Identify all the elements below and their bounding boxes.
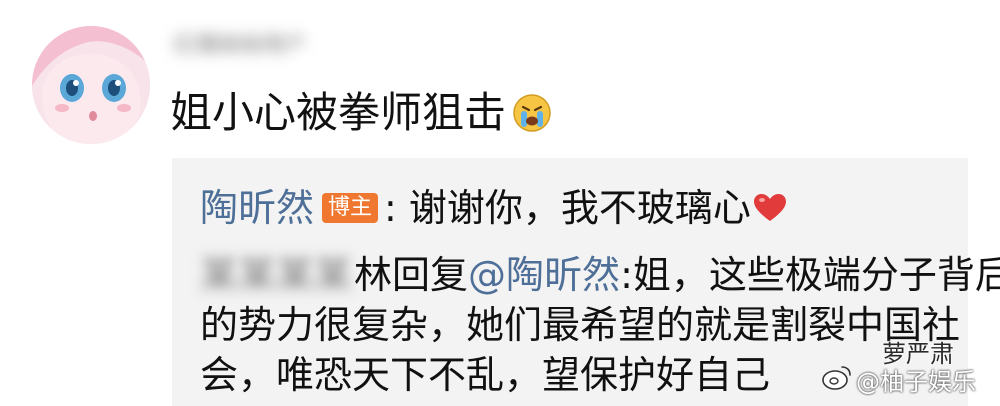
- watermark-top-text: 萝严肃: [882, 340, 954, 368]
- reply-word: 回复: [392, 253, 469, 297]
- username-blurred[interactable]: 红猪妹妹用户: [174, 32, 386, 60]
- heart-icon: [753, 193, 787, 223]
- mention-link[interactable]: @陶昕然: [468, 253, 620, 297]
- comment-text: 姐小心被拳师狙击: [170, 88, 507, 137]
- replier-name-suffix: 林: [354, 253, 393, 297]
- watermark-bottom-text: @柚子娱乐: [856, 368, 976, 396]
- comment-body: 姐小心被拳师狙击: [170, 86, 552, 140]
- author-name-link[interactable]: 陶昕然: [200, 184, 314, 232]
- user-reply-line-1: 某某某某林回复@陶昕然:姐，这些极端分子背后: [200, 250, 1000, 300]
- author-badge: 博主: [322, 193, 379, 223]
- author-reply: 陶昕然 博主 : 谢谢你，我不玻璃心: [200, 184, 787, 232]
- comment-screenshot: 红猪妹妹用户 姐小心被拳师狙击 陶昕然 博主 : 谢谢你，我不玻璃心 某某某某林…: [0, 0, 1000, 406]
- replier-name-blurred[interactable]: 某某某某: [200, 250, 352, 300]
- watermark: 萝严肃 @柚子娱乐: [812, 340, 992, 400]
- avatar[interactable]: [32, 26, 150, 144]
- reply-body-line-1: :姐，这些极端分子背后: [620, 253, 1000, 297]
- anime-avatar-icon: [32, 26, 150, 144]
- crying-face-icon: [512, 93, 552, 133]
- author-reply-text: : 谢谢你，我不玻璃心: [384, 186, 751, 230]
- weibo-logo-icon: [822, 364, 852, 390]
